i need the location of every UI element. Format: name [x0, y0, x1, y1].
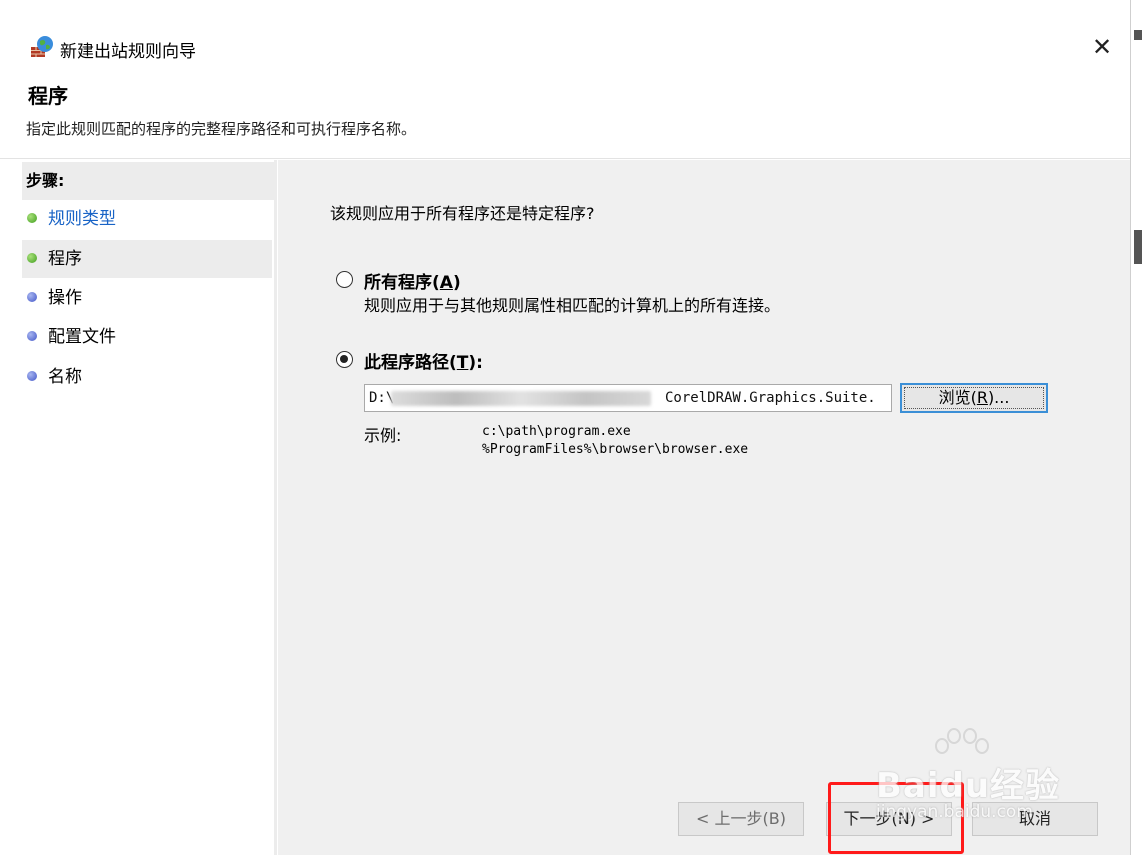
firewall-globe-icon	[31, 36, 53, 57]
browse-button-focus: 浏览(R)...	[904, 387, 1044, 409]
step-item-action: 操作	[22, 279, 272, 317]
step-item-profile: 配置文件	[22, 318, 272, 356]
steps-sidebar: 步骤: 规则类型 程序 操作 配置文件 名称	[22, 160, 274, 855]
example-line-2: %ProgramFiles%\browser\browser.exe	[482, 442, 749, 457]
question-text: 该规则应用于所有程序还是特定程序?	[330, 204, 595, 223]
page-title: 程序	[28, 84, 68, 108]
step-label: 程序	[48, 249, 82, 269]
title-bar: 新建出站规则向导 ✕	[0, 26, 1130, 68]
radio-unchecked-icon	[336, 271, 353, 288]
program-path-radio[interactable]: 此程序路径(T):	[336, 348, 556, 373]
step-item-program[interactable]: 程序	[22, 240, 272, 278]
page-description: 指定此规则匹配的程序的完整程序路径和可执行程序名称。	[26, 120, 417, 138]
example-label: 示例:	[364, 426, 402, 445]
all-programs-radio[interactable]: 所有程序(A)	[336, 268, 536, 293]
step-label: 操作	[48, 288, 82, 308]
background-window-edge	[1130, 0, 1144, 855]
step-pending-dot-icon	[27, 331, 37, 341]
path-value-end: CorelDRAW.Graphics.Suite.	[665, 390, 876, 406]
step-label: 规则类型	[48, 209, 116, 229]
step-current-dot-icon	[27, 253, 37, 263]
step-item-name: 名称	[22, 358, 272, 396]
all-programs-label: 所有程序(A)	[364, 273, 461, 293]
wizard-window: 新建出站规则向导 ✕ 程序 指定此规则匹配的程序的完整程序路径和可执行程序名称。…	[0, 0, 1144, 855]
header-divider	[0, 158, 1130, 159]
content-panel: 该规则应用于所有程序还是特定程序? 所有程序(A) 规则应用于与其他规则属性相匹…	[278, 160, 1130, 855]
edge-mark	[1134, 230, 1142, 264]
radio-checked-icon	[336, 351, 353, 368]
cancel-button[interactable]: 取消	[972, 802, 1098, 836]
steps-header: 步骤:	[22, 162, 274, 200]
close-button[interactable]: ✕	[1086, 32, 1118, 62]
step-item-rule-type[interactable]: 规则类型	[22, 200, 272, 238]
step-label: 名称	[48, 367, 82, 387]
redacted-path-blur	[391, 391, 651, 406]
step-label: 配置文件	[48, 327, 116, 347]
back-button[interactable]: < 上一步(B)	[678, 802, 804, 836]
close-icon: ✕	[1091, 33, 1113, 61]
step-completed-dot-icon	[27, 213, 37, 223]
step-pending-dot-icon	[27, 292, 37, 302]
next-button[interactable]: 下一步(N) >	[826, 802, 952, 836]
program-path-input[interactable]: D:\ CorelDRAW.Graphics.Suite.	[364, 384, 892, 412]
edge-mark	[1134, 30, 1142, 40]
sidebar-divider	[274, 160, 277, 855]
step-pending-dot-icon	[27, 371, 37, 381]
window-title: 新建出站规则向导	[60, 42, 196, 62]
all-programs-description: 规则应用于与其他规则属性相匹配的计算机上的所有连接。	[364, 296, 781, 315]
example-line-1: c:\path\program.exe	[482, 424, 631, 439]
browse-button[interactable]: 浏览(R)...	[900, 383, 1048, 413]
program-path-label: 此程序路径(T):	[364, 353, 483, 373]
